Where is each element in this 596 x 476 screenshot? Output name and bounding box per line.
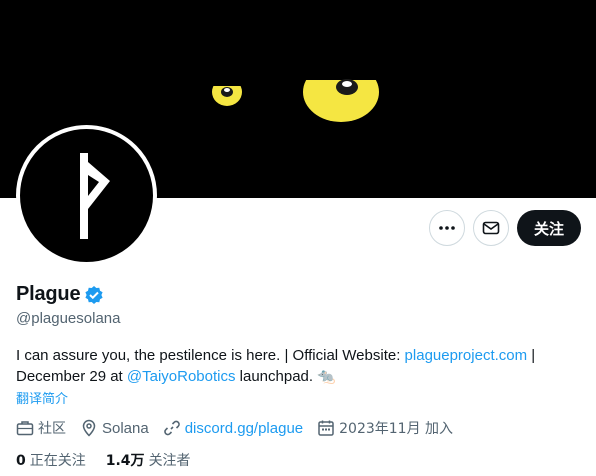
followers-count: 1.4万 (105, 453, 145, 469)
translate-bio-link[interactable]: 翻译简介 (16, 388, 68, 407)
category-label: 社区 (38, 421, 66, 437)
more-button[interactable] (429, 210, 465, 246)
follow-button[interactable]: 关注 (517, 210, 581, 246)
bio-website-link[interactable]: plagueproject.com (405, 347, 528, 364)
plague-logo-icon (80, 153, 110, 239)
bio-text: December 29 at (16, 368, 127, 385)
rat-emoji: 🐀 (317, 368, 336, 385)
profile-name-row: Plague (16, 283, 104, 306)
following-count: 0 (16, 453, 26, 469)
envelope-icon (482, 221, 500, 235)
location-label: Solana (102, 419, 149, 437)
joined-item: 2023年11月 加入 (317, 418, 453, 438)
profile-meta: 社区 Solana discord.gg/plague 2023年11月 加入 (16, 418, 467, 438)
bio-text: launchpad. (235, 368, 318, 385)
link-icon (163, 420, 180, 436)
location-item: Solana (80, 419, 149, 437)
profile-stats: 0 正在关注 1.4万 关注者 (16, 450, 211, 470)
message-button[interactable] (473, 210, 509, 246)
verified-badge-icon[interactable] (84, 285, 104, 305)
bio-text: I can assure you, the pestilence is here… (16, 347, 405, 364)
bio-mention-link[interactable]: @TaiyoRobotics (127, 368, 236, 385)
category-item: 社区 (16, 418, 66, 438)
followers-label: 关注者 (148, 453, 191, 469)
profile-name: Plague (16, 283, 81, 305)
website-link[interactable]: discord.gg/plague (185, 420, 303, 437)
bio-text: | (527, 347, 536, 364)
following-stat[interactable]: 0 正在关注 (16, 450, 86, 470)
more-icon (439, 226, 455, 230)
profile-bio: I can assure you, the pestilence is here… (16, 345, 584, 387)
website-item: discord.gg/plague (163, 419, 303, 437)
avatar[interactable] (16, 125, 157, 266)
calendar-icon (318, 420, 334, 436)
following-label: 正在关注 (29, 453, 86, 469)
location-pin-icon (82, 419, 96, 437)
profile-actions: 关注 (429, 210, 581, 246)
joined-label: 2023年11月 加入 (339, 421, 454, 437)
briefcase-icon (16, 421, 34, 436)
profile-handle: @plaguesolana (16, 310, 121, 327)
followers-stat[interactable]: 1.4万 关注者 (106, 450, 191, 470)
